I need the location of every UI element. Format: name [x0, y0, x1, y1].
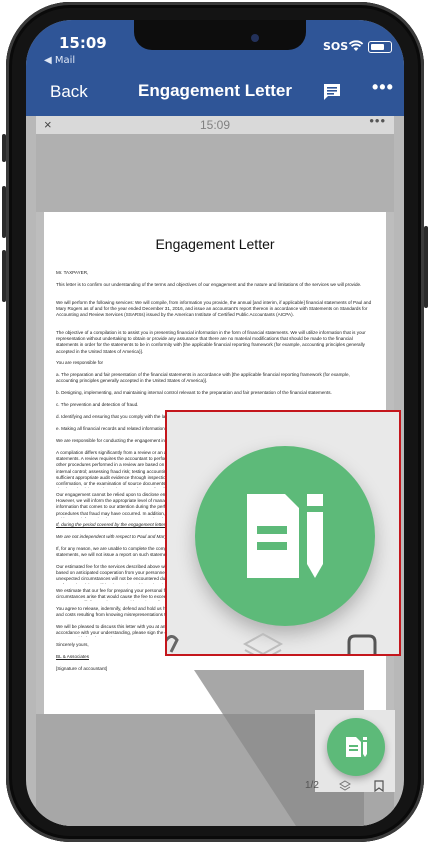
- sos-indicator: SOS: [323, 40, 349, 53]
- zoomed-edit-document-fab: [195, 446, 375, 626]
- document-top-margin: [36, 134, 394, 212]
- zoom-callout: [165, 410, 401, 656]
- document-edit-icon: [346, 737, 367, 757]
- document-paragraph: a. The preparation and fair presentation…: [56, 372, 350, 384]
- toolbar-time: 15:09: [199, 118, 231, 132]
- chat-bubble-icon[interactable]: [322, 82, 342, 102]
- layers-icon[interactable]: [339, 780, 351, 792]
- status-time: 15:09: [59, 34, 107, 52]
- front-camera: [251, 34, 259, 42]
- edit-document-fab[interactable]: [327, 718, 385, 776]
- toolbar-more-icon[interactable]: •••: [369, 113, 386, 128]
- document-paragraph: b. Designing, implementing, and maintain…: [56, 390, 332, 395]
- document-paragraph: The objective of a compilation is to ass…: [56, 330, 366, 354]
- page-counter: 1/2: [305, 780, 319, 791]
- document-toolbar: × 15:09 •••: [36, 113, 394, 134]
- navigation-bar: Back Engagement Letter •••: [26, 68, 404, 116]
- page-title: Engagement Letter: [138, 81, 292, 100]
- phone-volume-up: [2, 186, 6, 238]
- back-to-mail-link[interactable]: ◀ Mail: [44, 55, 75, 66]
- phone-power-button: [424, 226, 428, 308]
- phone-mute-switch: [2, 134, 6, 162]
- document-paragraph: c. The prevention and detection of fraud…: [56, 402, 139, 407]
- wifi-icon: [348, 40, 364, 51]
- document-paragraph: We will perform the following services: …: [56, 300, 372, 318]
- phone-volume-down: [2, 250, 6, 302]
- battery-icon: [368, 41, 392, 53]
- document-edit-icon: [247, 494, 323, 578]
- document-paragraph: This letter is to confirm our understand…: [56, 282, 362, 287]
- document-paragraph: You are responsible for: [56, 360, 104, 365]
- status-bar: 15:09 ◀ Mail SOS: [26, 20, 404, 68]
- more-horizontal-icon[interactable]: •••: [372, 77, 394, 98]
- document-salutation: Mr. TAXPAYER,: [56, 270, 89, 275]
- bookmark-icon[interactable]: [374, 780, 384, 792]
- document-title: Engagement Letter: [155, 236, 275, 252]
- zoomed-toolbar-icons: [167, 632, 377, 654]
- notch: [134, 20, 306, 50]
